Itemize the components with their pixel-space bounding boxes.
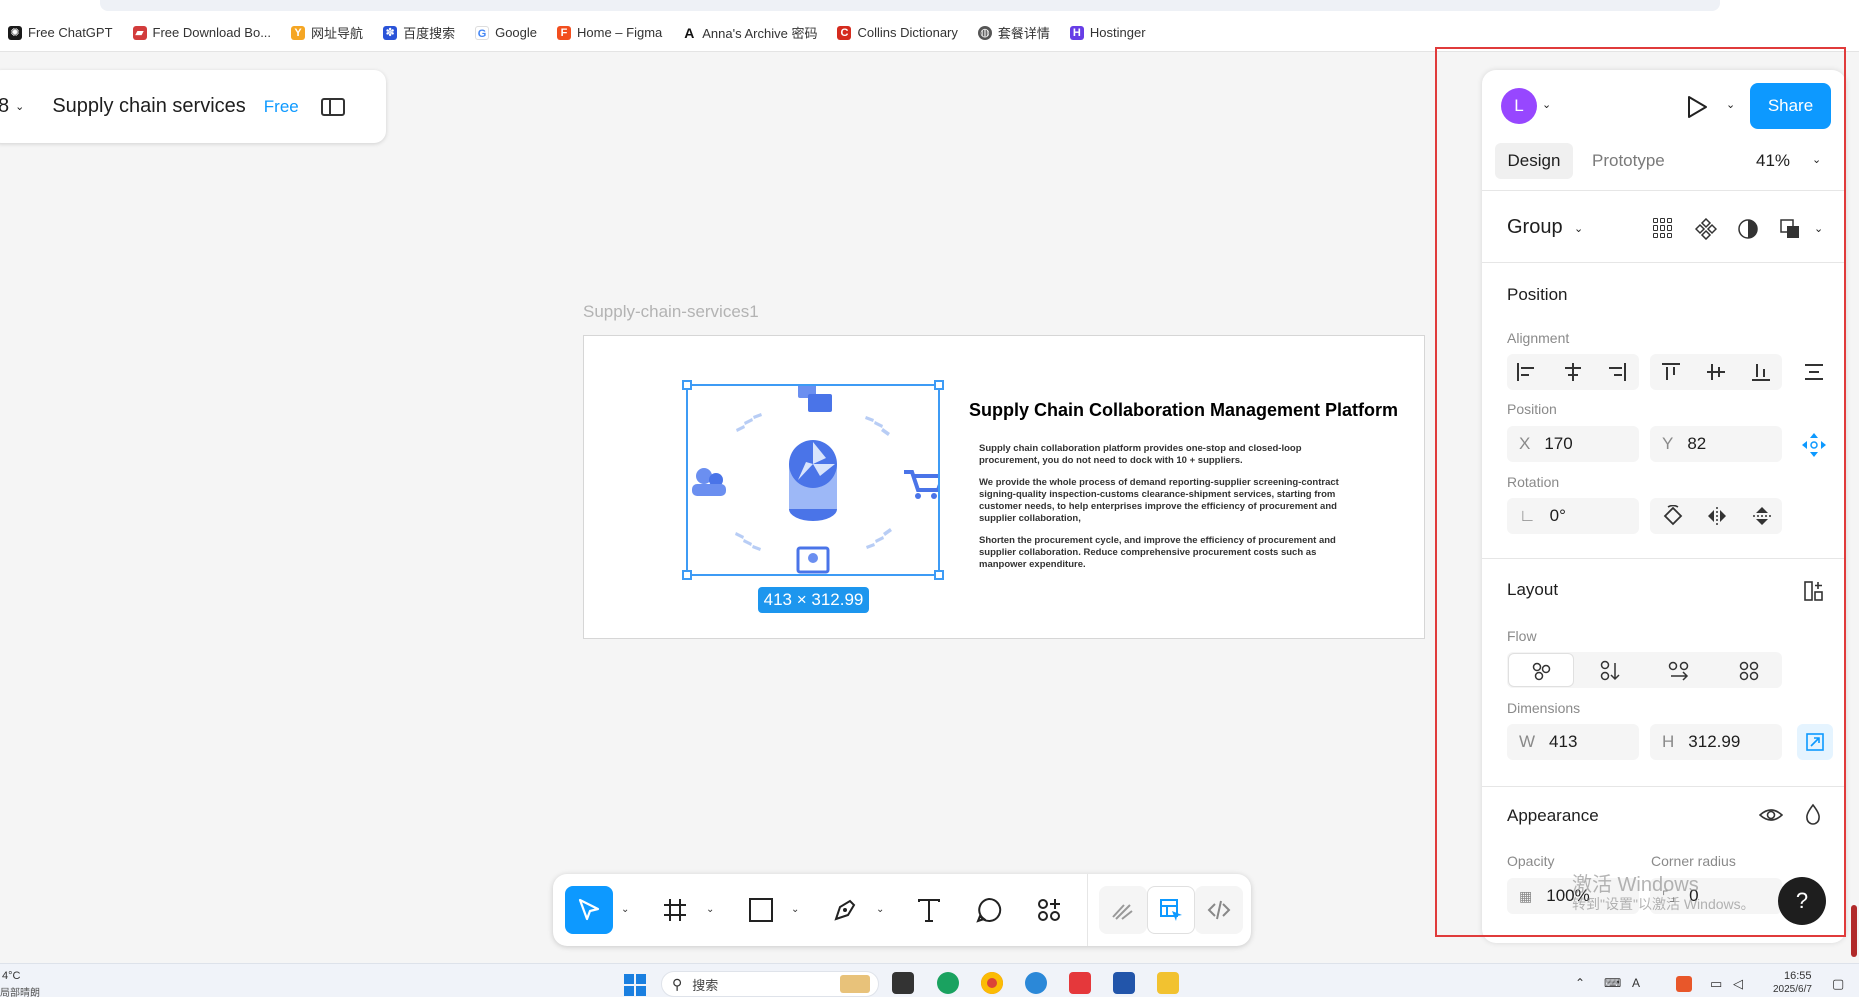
weather-desc[interactable]: 局部晴朗 [0, 984, 40, 997]
edge-browser-icon[interactable] [937, 972, 959, 994]
text-tool[interactable] [905, 886, 953, 934]
chevron-down-icon[interactable]: ⌄ [876, 904, 884, 915]
bookmark-label: Collins Dictionary [857, 25, 958, 40]
design-mode-button[interactable] [1147, 886, 1195, 934]
bookmark-label: 套餐详情 [997, 26, 1050, 41]
comment-icon [976, 897, 1002, 923]
actions-tool[interactable] [1025, 886, 1073, 934]
app-icon[interactable] [1069, 972, 1091, 994]
main-menu-button[interactable]: 8 [0, 95, 9, 118]
taskbar-search-box[interactable]: ⚲ 搜索 [661, 971, 879, 997]
weather-temp[interactable]: 4°C [2, 970, 20, 982]
design-icon [1160, 899, 1182, 921]
bookmark-label: Home – Figma [577, 25, 663, 40]
chevron-down-icon[interactable]: ⌄ [706, 904, 714, 915]
bookmark-item[interactable]: Y 网址导航 [291, 23, 363, 42]
draw-icon [1112, 904, 1133, 920]
figma-icon: F [557, 25, 571, 40]
selection-box[interactable] [682, 380, 944, 580]
sidebar-toggle-icon[interactable] [320, 97, 345, 116]
nav-icon: Y [291, 25, 306, 40]
bookmark-label: Hostinger [1089, 25, 1146, 40]
google-icon: G [475, 25, 490, 40]
bookmark-label: 网址导航 [311, 26, 364, 41]
dev-mode-button[interactable] [1195, 886, 1243, 934]
resize-handle-br[interactable] [934, 570, 944, 580]
globe-icon: ◍ [977, 25, 992, 40]
bookmark-label: Free Download Bo... [152, 25, 272, 40]
file-explorer-icon[interactable] [1157, 972, 1179, 994]
components-icon [1038, 899, 1060, 921]
text-icon [918, 899, 940, 922]
address-bar[interactable] [100, 0, 1720, 11]
bookmark-item[interactable]: ✺ Free ChatGPT [8, 25, 113, 40]
file-card: 8 ⌄ Supply chain services Free [0, 70, 386, 143]
pen-icon [834, 899, 856, 921]
scrollbar-thumb[interactable] [1851, 905, 1857, 957]
bookmark-label: 百度搜索 [403, 26, 456, 41]
network-icon[interactable]: ▭ [1710, 976, 1722, 992]
bookmark-label: Anna's Archive 密码 [702, 26, 818, 41]
frame-paragraph[interactable]: Shorten the procurement cycle, and impro… [979, 535, 1339, 571]
draw-mode-button[interactable] [1099, 886, 1147, 934]
code-icon [1207, 900, 1231, 920]
volume-icon[interactable]: ◁ [1733, 976, 1743, 992]
move-tool[interactable] [565, 886, 613, 934]
pen-tool[interactable] [821, 886, 869, 934]
toolbar-divider [1087, 874, 1088, 946]
cursor-icon [578, 898, 600, 921]
bookmark-item[interactable]: H Hostinger [1069, 25, 1146, 40]
highlight-box [1435, 47, 1846, 937]
selection-size-badge: 413 × 312.99 [758, 587, 869, 613]
file-title[interactable]: Supply chain services [52, 95, 245, 118]
search-icon: ⚲ [672, 975, 683, 992]
chrome-browser-icon[interactable] [981, 972, 1003, 994]
tray-app-icon[interactable] [1676, 976, 1692, 992]
search-highlight-image [840, 975, 870, 993]
bookmark-label: Free ChatGPT [28, 25, 113, 40]
annas-archive-icon: A [682, 24, 697, 41]
chevron-down-icon[interactable]: ⌄ [15, 100, 24, 113]
tray-chevron-up-icon[interactable]: ⌃ [1575, 976, 1585, 990]
book-icon: ▰ [132, 25, 147, 40]
resize-handle-bl[interactable] [682, 570, 692, 580]
bookmark-item[interactable]: A Anna's Archive 密码 [682, 23, 817, 42]
frame-tool[interactable] [651, 886, 699, 934]
clock-date[interactable]: 2025/6/7 [1773, 984, 1812, 995]
baidu-icon: ✽ [383, 25, 398, 40]
frame-paragraph[interactable]: Supply chain collaboration platform prov… [979, 443, 1339, 467]
resize-handle-tl[interactable] [682, 380, 692, 390]
task-view-icon[interactable] [892, 972, 914, 994]
bookmark-label: Google [495, 25, 537, 40]
frame-label[interactable]: Supply-chain-services1 [583, 302, 759, 322]
frame-heading[interactable]: Supply Chain Collaboration Management Pl… [969, 400, 1398, 421]
app-icon[interactable] [1025, 972, 1047, 994]
chevron-down-icon[interactable]: ⌄ [621, 904, 629, 915]
collins-icon: C [837, 25, 852, 40]
chatgpt-icon: ✺ [8, 25, 22, 40]
app-icon[interactable] [1113, 972, 1135, 994]
frame-paragraph[interactable]: We provide the whole process of demand r… [979, 477, 1339, 525]
rectangle-icon [749, 898, 773, 922]
resize-handle-tr[interactable] [934, 380, 944, 390]
clock-time[interactable]: 16:55 [1784, 970, 1812, 982]
keyboard-icon[interactable]: ⌨ [1604, 976, 1621, 990]
notification-icon[interactable]: ▢ [1832, 976, 1844, 992]
shape-tool[interactable] [737, 886, 785, 934]
bookmark-item[interactable]: ▰ Free Download Bo... [132, 25, 272, 40]
taskbar-search-label: 搜索 [692, 977, 719, 993]
bookmark-item[interactable]: ◍ 套餐详情 [977, 23, 1050, 42]
tool-bar: ⌄ ⌄ ⌄ ⌄ [553, 874, 1251, 946]
bookmark-item[interactable]: ✽ 百度搜索 [383, 23, 455, 42]
bookmark-item[interactable]: C Collins Dictionary [837, 25, 958, 40]
hostinger-icon: H [1069, 25, 1084, 40]
chevron-down-icon[interactable]: ⌄ [791, 904, 799, 915]
plan-badge[interactable]: Free [264, 97, 299, 117]
windows-start-icon[interactable] [624, 974, 646, 996]
comment-tool[interactable] [965, 886, 1013, 934]
frame-icon [664, 899, 686, 921]
bookmark-item[interactable]: G Google [475, 25, 537, 40]
bookmark-item[interactable]: F Home – Figma [557, 25, 662, 40]
input-method-icon[interactable]: A [1632, 976, 1640, 990]
